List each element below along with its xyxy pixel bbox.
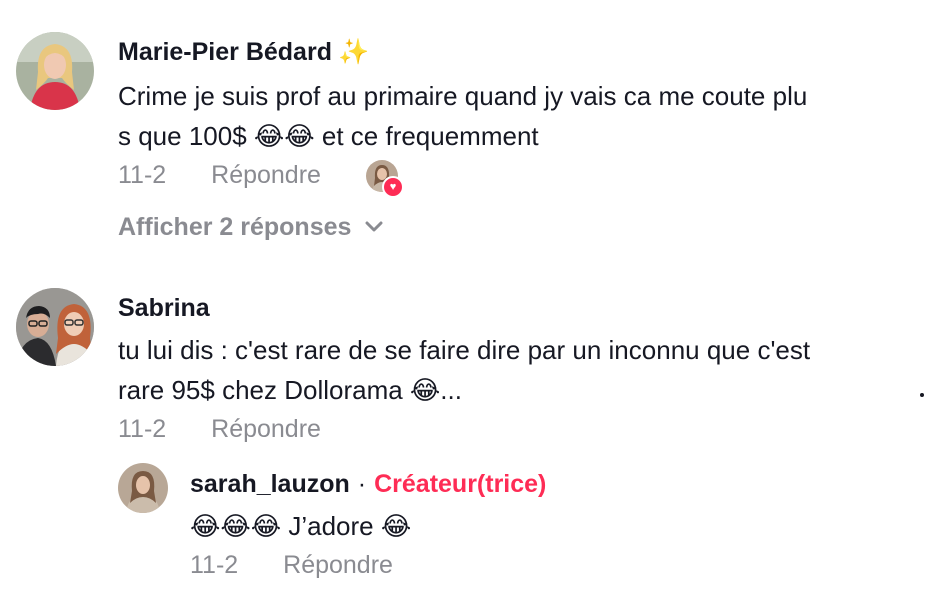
avatar[interactable] [16,32,94,110]
reply-button[interactable]: Répondre [283,551,393,579]
comment-meta: 11-2 Répondre [118,415,321,444]
avatar[interactable] [118,463,168,513]
comment-text: tu lui dis : c'est rare de se faire dire… [118,335,811,405]
creator-badge: Créateur(trice) [374,470,547,498]
sparkles-icon: ✨ [337,38,370,66]
reply-meta: 11-2 Répondre [190,551,393,580]
reply-button[interactable]: Répondre [211,161,321,189]
reply-button[interactable]: Répondre [211,415,321,443]
chevron-down-icon [365,211,383,240]
reply-date: 11-2 [190,551,239,579]
comment-date: 11-2 [118,415,167,443]
comment-date: 11-2 [118,161,167,189]
reply-header: sarah_lauzon · Créateur(trice) [190,470,546,499]
scroll-indicator-dot [920,393,924,397]
comment-meta: 11-2 Répondre [118,161,321,190]
avatar[interactable] [16,288,94,366]
reply-text: 😂😂😂 J’adore 😂 [190,511,412,541]
heart-icon: ♥ [382,176,404,198]
reply-username[interactable]: sarah_lauzon [190,470,350,498]
creator-liked-indicator: ♥ [366,160,404,198]
comment-username[interactable]: Marie-Pier Bédard ✨ [118,38,369,67]
comment-text: Crime je suis prof au primaire quand jy … [118,81,808,151]
view-replies-button[interactable]: Afficher 2 réponses [118,213,383,243]
comment-username[interactable]: Sabrina [118,294,210,323]
separator-dot: · [357,470,367,498]
